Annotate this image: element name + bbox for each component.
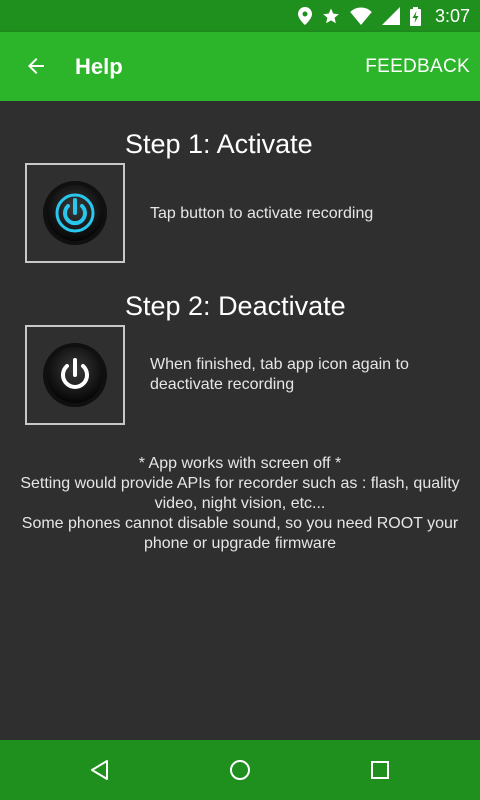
arrow-back-icon	[28, 58, 44, 74]
step-2-image-frame	[25, 325, 125, 425]
help-notes: * App works with screen off * Setting wo…	[0, 454, 480, 554]
toolbar: Help FEEDBACK	[0, 32, 480, 101]
power-button-active-icon	[43, 181, 107, 245]
step-2-description: When finished, tab app icon again to dea…	[150, 356, 409, 393]
nav-home-button[interactable]	[210, 740, 270, 800]
step-1-title: Step 1: Activate	[125, 129, 313, 159]
star-icon	[323, 8, 339, 24]
status-time: 3:07	[434, 5, 470, 26]
back-button[interactable]	[12, 42, 60, 90]
nav-recents-icon	[371, 761, 389, 779]
feedback-button[interactable]: FEEDBACK	[365, 32, 470, 101]
nav-back-icon	[91, 760, 108, 780]
nav-recents-button[interactable]	[350, 740, 410, 800]
power-button-inactive-icon	[43, 343, 107, 407]
status-icons: 3:07	[297, 0, 470, 32]
note-settings: Setting would provide APIs for recorder …	[20, 475, 460, 512]
note-screen-off: * App works with screen off *	[138, 455, 342, 472]
nav-back-button[interactable]	[70, 740, 130, 800]
step-1-image-frame	[25, 163, 125, 263]
location-icon	[297, 7, 312, 25]
note-sound: Some phones cannot disable sound, so you…	[21, 515, 459, 552]
wifi-icon	[350, 7, 372, 25]
help-content: Step 1: Activate Tap button to activate …	[0, 101, 480, 740]
navigation-bar	[0, 740, 480, 800]
nav-home-icon	[230, 760, 250, 780]
signal-icon	[381, 7, 400, 25]
step-1-description: Tap button to activate recording	[150, 205, 374, 222]
step-2-title: Step 2: Deactivate	[125, 291, 346, 321]
page-title: Help	[75, 54, 123, 79]
battery-charging-icon	[409, 6, 421, 26]
status-bar: 3:07	[0, 0, 480, 32]
